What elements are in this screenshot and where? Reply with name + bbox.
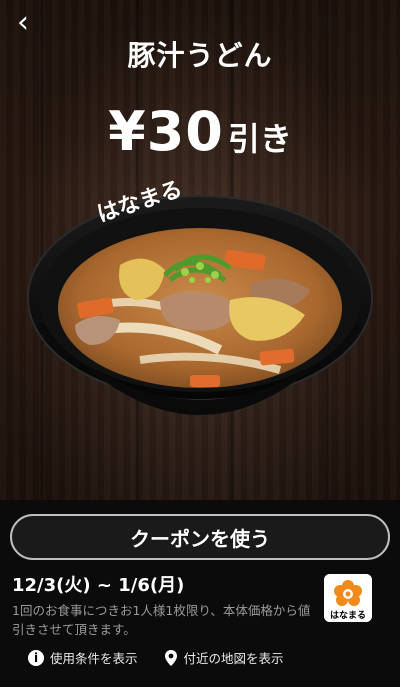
coupon-screen: ‹ 豚汁うどん ¥30 引き はなまる クーポンを使う 12/3(火) ~ 1/…: [0, 0, 400, 687]
store-logo: はなまる: [324, 574, 372, 622]
terms-text: 1回のお食事につきお1人様1枚限り、本体価格から値引きさせて頂きます。: [12, 603, 311, 637]
hanamaru-logo-icon: はなまる: [324, 574, 372, 622]
map-pin-icon: [164, 649, 178, 667]
product-title: 豚汁うどん: [127, 39, 273, 72]
valid-period: 12/3(火) ~ 1/6(月): [12, 575, 185, 596]
udon-bowl-image: はなまる: [27, 180, 373, 415]
store-logo-text: はなまる: [330, 610, 366, 621]
show-terms-label: 使用条件を表示: [50, 651, 138, 666]
links-row: i 使用条件を表示 付近の地図を表示: [28, 648, 388, 667]
show-map-link[interactable]: 付近の地図を表示: [164, 648, 284, 667]
discount-label: ¥30 引き: [0, 100, 400, 163]
discount-amount: ¥30: [108, 100, 224, 163]
use-coupon-button[interactable]: クーポンを使う: [10, 514, 390, 560]
discount-suffix: 引き: [227, 120, 292, 158]
show-map-label: 付近の地図を表示: [183, 651, 284, 666]
show-terms-link[interactable]: i 使用条件を表示: [28, 648, 138, 667]
info-icon: i: [28, 649, 44, 666]
